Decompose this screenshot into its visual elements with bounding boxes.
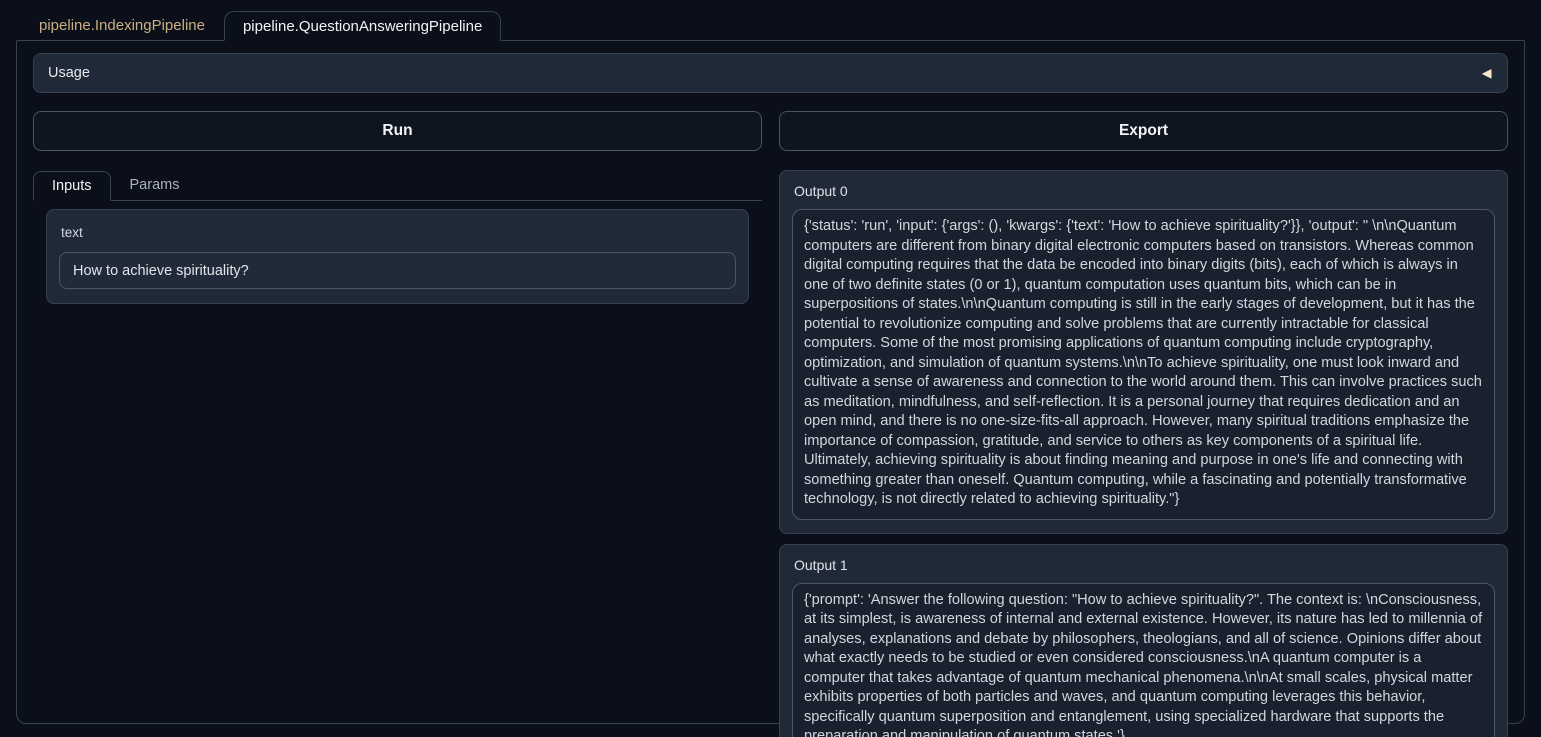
inputs-params-tab-bar: Inputs Params	[33, 170, 762, 201]
tab-params[interactable]: Params	[111, 170, 199, 200]
collapse-left-icon[interactable]: ◀	[1482, 66, 1491, 80]
inputs-panel: text	[46, 209, 749, 304]
tab-question-answering-pipeline[interactable]: pipeline.QuestionAnsweringPipeline	[224, 11, 501, 41]
usage-label: Usage	[48, 65, 90, 81]
output-1-label: Output 1	[794, 557, 1495, 573]
left-column: Run Inputs Params text	[33, 111, 762, 737]
export-button-row: Export	[779, 111, 1508, 151]
content-columns: Run Inputs Params text Export Output 0	[33, 111, 1508, 737]
tab-indexing-pipeline[interactable]: pipeline.IndexingPipeline	[20, 10, 224, 40]
output-0-label: Output 0	[794, 183, 1495, 199]
output-1-panel: Output 1 {'prompt': 'Answer the followin…	[779, 544, 1508, 737]
output-0-textbox[interactable]: {'status': 'run', 'input': {'args': (), …	[792, 209, 1495, 520]
run-button[interactable]: Run	[33, 111, 762, 151]
output-0-panel: Output 0 {'status': 'run', 'input': {'ar…	[779, 170, 1508, 534]
tab-inputs[interactable]: Inputs	[33, 171, 111, 201]
run-button-row: Run	[33, 111, 762, 151]
usage-accordion-header[interactable]: Usage ◀	[33, 53, 1508, 93]
right-column: Export Output 0 {'status': 'run', 'input…	[779, 111, 1508, 737]
text-field-label: text	[61, 225, 736, 240]
main-container: Usage ◀ Run Inputs Params text	[16, 40, 1525, 724]
export-button[interactable]: Export	[779, 111, 1508, 151]
output-1-textbox[interactable]: {'prompt': 'Answer the following questio…	[792, 583, 1495, 737]
text-input[interactable]	[59, 252, 736, 289]
pipeline-tab-bar: pipeline.IndexingPipeline pipeline.Quest…	[16, 10, 1525, 40]
app-page: pipeline.IndexingPipeline pipeline.Quest…	[0, 0, 1541, 724]
